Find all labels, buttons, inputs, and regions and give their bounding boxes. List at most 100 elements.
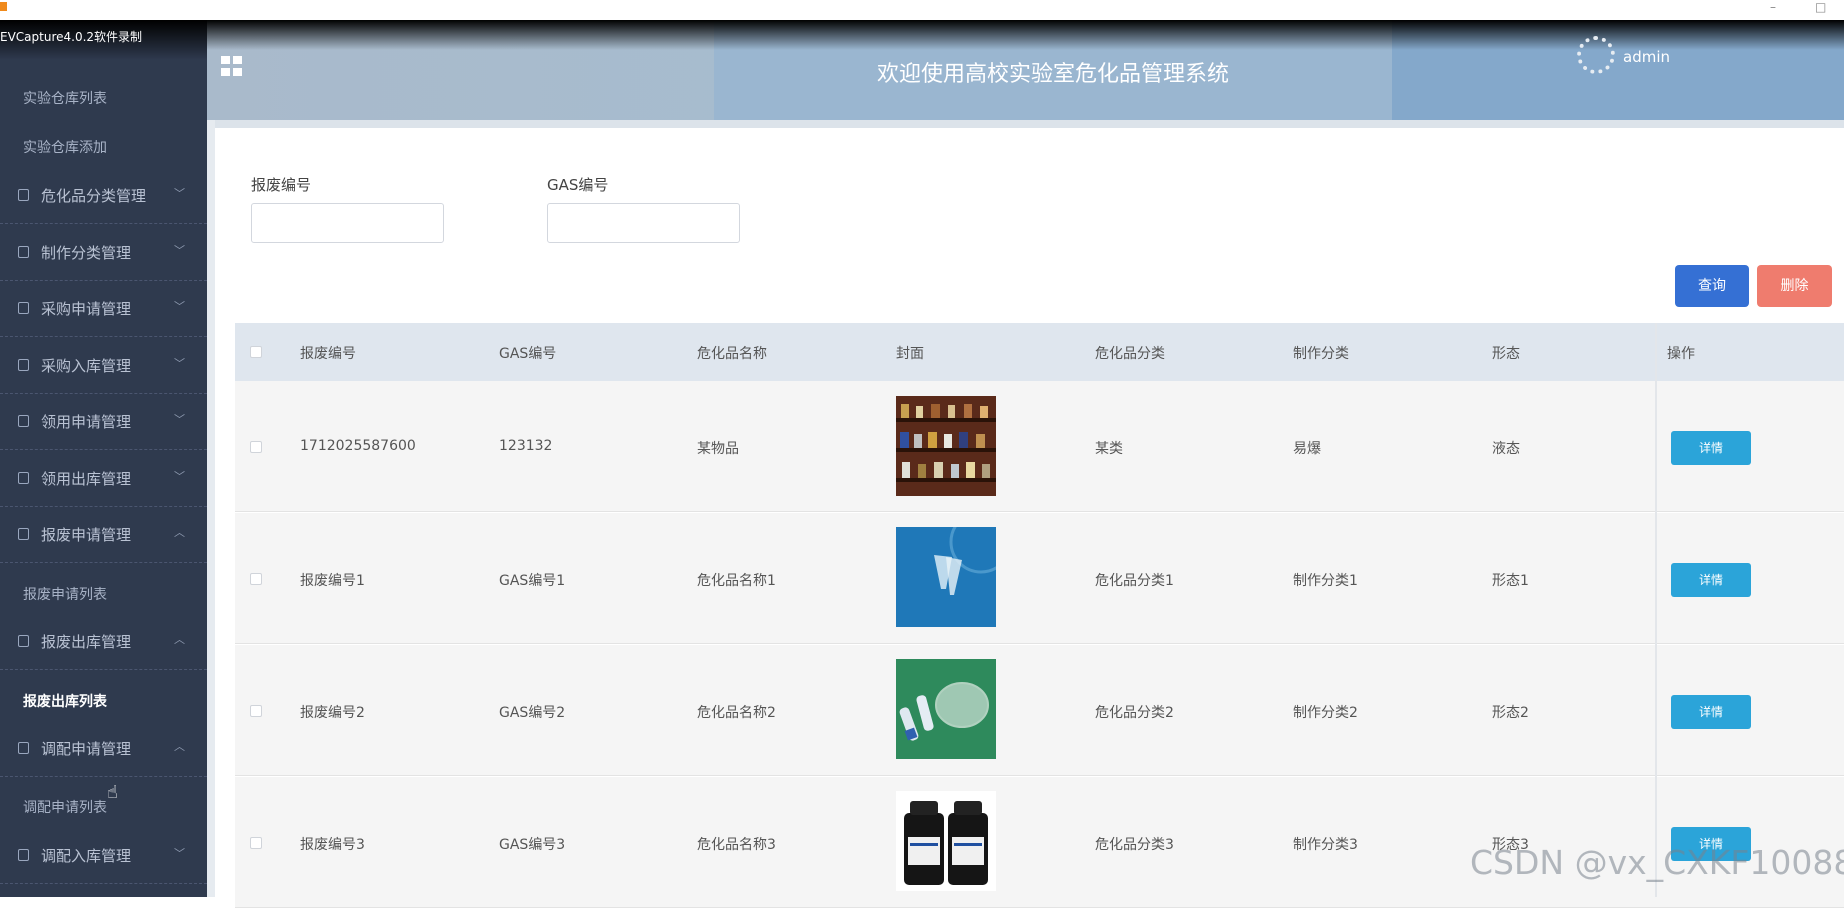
delete-button[interactable]: 删除 <box>1757 265 1832 307</box>
sidebar-group-use-outstock[interactable]: 领用出库管理 ﹀ <box>0 450 207 507</box>
sidebar-group-make-category[interactable]: 制作分类管理 ﹀ <box>0 224 207 281</box>
row-checkbox[interactable] <box>250 441 262 453</box>
sidebar-group-label: 报废申请管理 <box>41 526 132 544</box>
sidebar-group-label: 报废出库管理 <box>41 633 132 651</box>
sidebar-group-hazmat-category[interactable]: 危化品分类管理 ﹀ <box>0 167 207 224</box>
cell-make-category: 制作分类1 <box>1293 573 1358 589</box>
sidebar-group-label: 制作分类管理 <box>41 244 132 262</box>
avatar[interactable] <box>1577 36 1615 74</box>
chevron-down-icon: ﹀ <box>174 244 185 257</box>
system-title: 欢迎使用高校实验室危化品管理系统 <box>876 62 1229 87</box>
table-row[interactable]: 报废编号1 GAS编号1 危化品名称1 危化品分类1 制作分类1 形态1 详情 <box>235 513 1844 644</box>
cell-gas-no: GAS编号1 <box>499 573 566 589</box>
folder-icon <box>18 742 29 754</box>
chevron-up-icon: ︿ <box>174 633 185 646</box>
cell-category: 危化品分类3 <box>1095 837 1174 853</box>
column-header: 危化品名称 <box>697 346 767 362</box>
chevron-down-icon: ﹀ <box>174 847 185 860</box>
sidebar-group-label: 领用出库管理 <box>41 470 132 488</box>
maximize-button[interactable]: □ <box>1815 0 1826 14</box>
gas-no-label: GAS编号 <box>547 176 609 194</box>
cover-image-petri-dish-tubes <box>896 659 996 759</box>
sidebar-group-allocate-instock[interactable]: 调配入库管理 ﹀ <box>0 827 207 884</box>
cell-category: 某类 <box>1095 441 1123 457</box>
sidebar-item-scrap-request-list[interactable]: 报废申请列表 <box>23 584 107 604</box>
chevron-up-icon: ︿ <box>174 526 185 539</box>
sidebar-group-scrap-outstock[interactable]: 报废出库管理 ︿ <box>0 613 207 670</box>
watermark: CSDN @vx_CXKF10088 <box>1470 843 1844 882</box>
sidebar-item-allocate-request-list[interactable]: 调配申请列表 <box>23 797 107 817</box>
recorder-label: EVCapture4.0.2软件录制 <box>0 30 143 44</box>
cell-scrap-no: 报废编号1 <box>300 573 365 589</box>
column-header: 报废编号 <box>300 346 356 362</box>
cell-form: 形态1 <box>1492 573 1529 589</box>
sidebar-group-label: 采购申请管理 <box>41 300 132 318</box>
sidebar-group-label: 调配申请管理 <box>41 740 132 758</box>
table-header: 报废编号 GAS编号 危化品名称 封面 危化品分类 制作分类 形态 操作 <box>235 323 1844 381</box>
sidebar-group-allocate-request[interactable]: 调配申请管理 ︿ <box>0 720 207 777</box>
cell-make-category: 制作分类3 <box>1293 837 1358 853</box>
operation-column-divider <box>1655 323 1657 897</box>
cell-category: 危化品分类2 <box>1095 705 1174 721</box>
scrap-no-label: 报废编号 <box>251 176 312 194</box>
table-row[interactable]: 报废编号2 GAS编号2 危化品名称2 危化品分类2 制作分类2 形态2 详情 <box>235 645 1844 776</box>
chevron-down-icon: ﹀ <box>174 413 185 426</box>
folder-icon <box>18 528 29 540</box>
cell-name: 某物品 <box>697 441 739 457</box>
column-header: 危化品分类 <box>1095 346 1165 362</box>
query-button[interactable]: 查询 <box>1675 265 1749 307</box>
window-titlebar: – □ <box>0 0 1844 20</box>
scrap-no-input[interactable] <box>251 203 444 243</box>
sidebar-group-label: 调配入库管理 <box>41 847 132 865</box>
username[interactable]: admin <box>1623 48 1670 66</box>
sidebar-item-warehouse-add[interactable]: 实验仓库添加 <box>23 137 107 157</box>
sidebar-group-use-request[interactable]: 领用申请管理 ﹀ <box>0 393 207 450</box>
cell-gas-no: 123132 <box>499 438 553 454</box>
chevron-down-icon: ﹀ <box>174 357 185 370</box>
detail-button[interactable]: 详情 <box>1671 431 1751 465</box>
chevron-down-icon: ﹀ <box>174 470 185 483</box>
table-row[interactable]: 1712025587600 123132 某物品 某类 易爆 液态 详情 <box>235 381 1844 512</box>
sidebar-group-purchase-instock[interactable]: 采购入库管理 ﹀ <box>0 337 207 394</box>
detail-button[interactable]: 详情 <box>1671 695 1751 729</box>
cell-category: 危化品分类1 <box>1095 573 1174 589</box>
sidebar-item-scrap-outstock-list[interactable]: 报废出库列表 <box>23 691 107 711</box>
row-checkbox[interactable] <box>250 837 262 849</box>
mouse-cursor-icon: ☝ <box>107 782 118 803</box>
sidebar-group-scrap-request[interactable]: 报废申请管理 ︿ <box>0 506 207 563</box>
sidebar-group-label: 危化品分类管理 <box>41 187 147 205</box>
cell-name: 危化品名称3 <box>697 837 776 853</box>
column-header: GAS编号 <box>499 346 557 362</box>
select-all-checkbox[interactable] <box>250 346 262 358</box>
cell-make-category: 制作分类2 <box>1293 705 1358 721</box>
row-checkbox[interactable] <box>250 705 262 717</box>
cell-make-category: 易爆 <box>1293 441 1321 457</box>
top-header: 欢迎使用高校实验室危化品管理系统 admin <box>207 20 1844 120</box>
folder-icon <box>18 635 29 647</box>
cell-form: 液态 <box>1492 441 1520 457</box>
cell-name: 危化品名称1 <box>697 573 776 589</box>
sidebar-item-warehouse-list[interactable]: 实验仓库列表 <box>23 88 107 108</box>
app-icon <box>0 2 7 11</box>
cell-scrap-no: 1712025587600 <box>300 438 416 454</box>
sidebar-group-label: 领用申请管理 <box>41 413 132 431</box>
detail-button[interactable]: 详情 <box>1671 563 1751 597</box>
cover-image-centrifuge-tubes <box>896 527 996 627</box>
chevron-down-icon: ﹀ <box>174 187 185 200</box>
chevron-down-icon: ﹀ <box>174 300 185 313</box>
cover-image-reagent-bottles <box>896 791 996 891</box>
folder-icon <box>18 302 29 314</box>
row-checkbox[interactable] <box>250 573 262 585</box>
cell-gas-no: GAS编号2 <box>499 705 566 721</box>
sidebar-group-purchase-request[interactable]: 采购申请管理 ﹀ <box>0 280 207 337</box>
menu-grid-icon[interactable] <box>221 56 243 76</box>
column-header: 操作 <box>1667 346 1695 362</box>
cell-scrap-no: 报废编号2 <box>300 705 365 721</box>
gas-no-input[interactable] <box>547 203 740 243</box>
column-header: 封面 <box>896 346 924 362</box>
cell-scrap-no: 报废编号3 <box>300 837 365 853</box>
folder-icon <box>18 415 29 427</box>
sidebar: 实验仓库列表 实验仓库添加 危化品分类管理 ﹀ 制作分类管理 ﹀ 采购申请管理 … <box>0 20 207 897</box>
folder-icon <box>18 246 29 258</box>
minimize-button[interactable]: – <box>1770 0 1776 14</box>
